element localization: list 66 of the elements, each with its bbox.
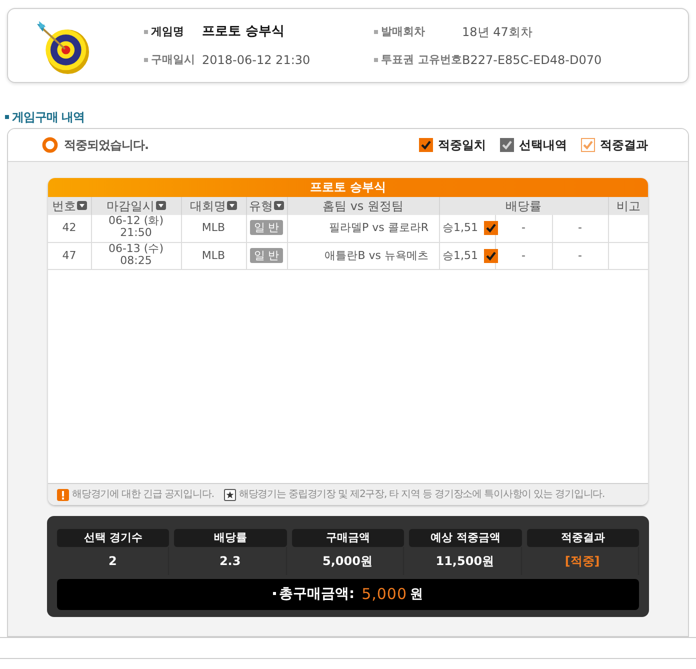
field-label: 투표권 고유번호: [381, 52, 462, 68]
league-text: MLB: [202, 221, 226, 234]
bullet-icon: [374, 30, 378, 34]
game-number: 42: [62, 221, 76, 234]
field-value: 18년 47회차: [462, 24, 534, 41]
summary-value: 11,500원: [436, 553, 494, 570]
summary-label: 예상 적중금액: [409, 529, 522, 547]
exclamation-icon: [57, 488, 69, 500]
column-header: 비고: [608, 197, 648, 215]
ring-icon: [42, 137, 58, 153]
sort-icon[interactable]: [227, 201, 237, 210]
legend-label: 적중결과: [600, 137, 648, 154]
status-text: 적중되었습니다.: [64, 137, 149, 154]
matchup-text: 애틀란B vs 뉴욕메츠: [324, 248, 428, 262]
field-label: 구매일시: [151, 52, 195, 68]
summary-label: 배당률: [174, 529, 287, 547]
total-amount: 5,000: [362, 584, 408, 606]
section-title: 게임구매 내역: [12, 109, 85, 126]
bullet-icon: [374, 58, 378, 62]
deadline-text: 06-12 (화) 21:50: [108, 215, 164, 239]
sort-icon[interactable]: [156, 201, 166, 210]
column-header[interactable]: 마감일시: [91, 197, 181, 215]
column-header[interactable]: 번호: [48, 197, 91, 215]
matchup-text: 필라델P vs 콜로라R: [328, 221, 428, 234]
game-number: 47: [62, 248, 76, 262]
target-icon: [36, 20, 90, 76]
total-unit: 원: [410, 586, 424, 604]
bullet-icon: [272, 592, 276, 594]
odds-text: -: [520, 248, 526, 264]
bullet-icon: [5, 115, 9, 119]
type-badge: 일 반: [250, 248, 284, 262]
column-header[interactable]: 대회명: [181, 197, 246, 215]
legend-label: 적중일치: [438, 137, 486, 154]
odds-text: 승1,51: [442, 220, 478, 236]
field-value: 프로토 승부식: [202, 23, 286, 42]
star-icon: [224, 488, 236, 500]
bullet-icon: [144, 30, 148, 34]
column-header: 배당률: [439, 197, 608, 215]
table-title: 프로토 승부식: [48, 178, 648, 197]
odds-text: -: [577, 248, 583, 264]
summary-value: 2.3: [219, 553, 241, 570]
notice-text: 해당경기에 대한 긴급 공지입니다.: [72, 488, 214, 502]
summary-label: 적중결과: [526, 529, 639, 547]
sort-icon[interactable]: [274, 201, 284, 210]
deadline-text: 06-13 (수) 08:25: [108, 242, 164, 266]
column-header[interactable]: 유형: [246, 197, 287, 215]
summary-label: 선택 경기수: [57, 529, 170, 547]
total-label: 총구매금액:: [278, 585, 355, 604]
field-value: B227-E85C-ED48-D070: [462, 52, 602, 69]
field-label: 발매회차: [381, 24, 425, 40]
odds-text: 승1,51: [442, 248, 478, 264]
notice-text: 해당경기는 중립경기장 및 제2구장, 타 지역 등 경기장소에 특이사항이 있는 경기입니다.: [238, 488, 605, 502]
type-badge: 일 반: [250, 220, 284, 235]
odds-text: -: [577, 220, 583, 236]
odds-text: -: [520, 220, 526, 236]
column-header: 홈팀 vs 원정팀: [287, 197, 439, 215]
sort-icon[interactable]: [76, 201, 87, 210]
summary-label: 구매금액: [292, 529, 404, 547]
field-label: 게임명: [151, 24, 184, 40]
legend-label: 선택내역: [519, 137, 567, 154]
league-text: MLB: [202, 248, 226, 262]
summary-value: 2: [108, 553, 117, 570]
bullet-icon: [144, 58, 148, 62]
field-value: 2018-06-12 21:30: [202, 52, 312, 69]
summary-value: 5,000원: [322, 553, 372, 570]
summary-value: [적중]: [564, 553, 600, 570]
